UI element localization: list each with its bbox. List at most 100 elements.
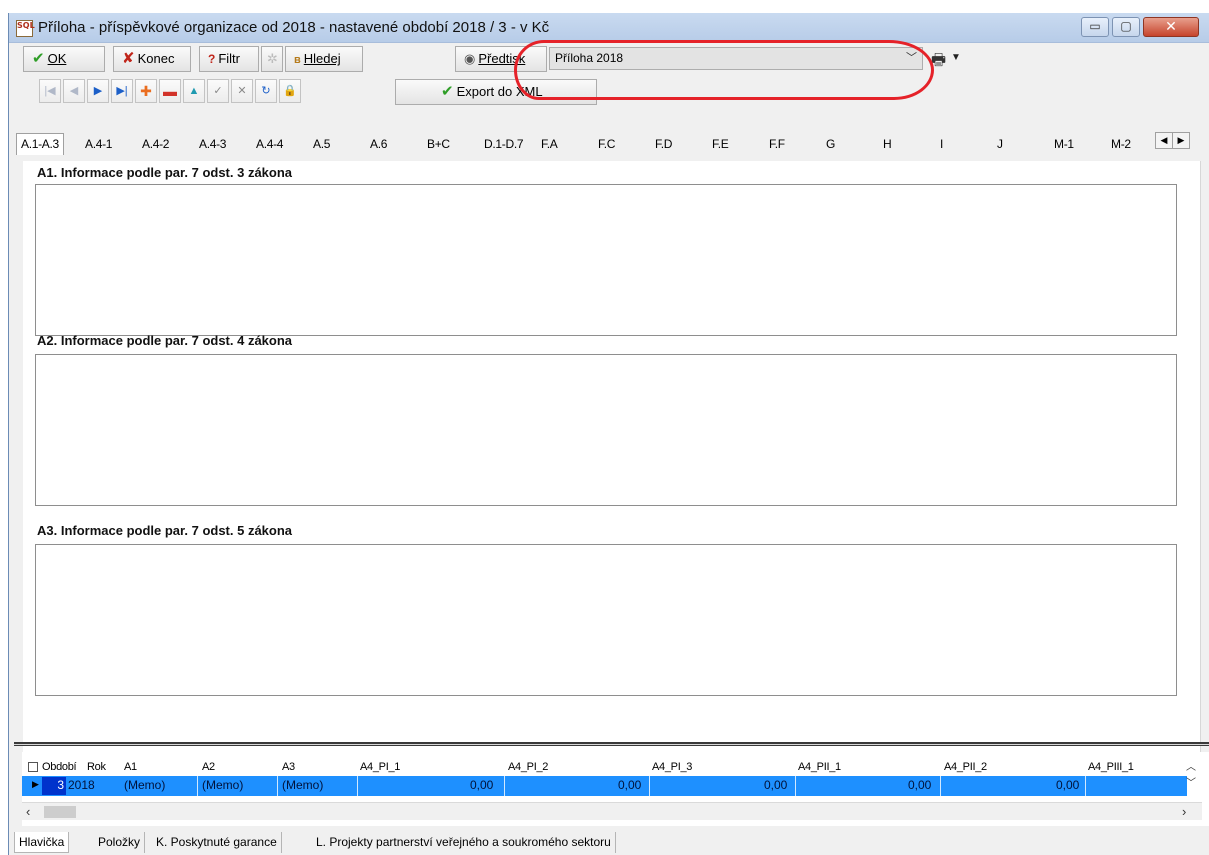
next-record-icon[interactable]: ▶	[87, 79, 109, 103]
cell-rok[interactable]: 2018	[68, 778, 95, 792]
cell-obdobi[interactable]: 3	[42, 777, 66, 795]
tab-polozky[interactable]: Položky	[94, 832, 146, 853]
tab-fe[interactable]: F.E	[712, 137, 729, 151]
sparkle-icon: ✲	[267, 51, 278, 66]
tab-fc[interactable]: F.C	[598, 137, 615, 151]
first-record-icon[interactable]: |◀	[39, 79, 61, 103]
scroll-left-icon[interactable]: ‹	[26, 804, 30, 819]
col-a3[interactable]: A3	[282, 761, 295, 773]
cancel-record-icon[interactable]: ✕	[231, 79, 253, 103]
tab-d1-d7[interactable]: D.1-D.7	[484, 137, 524, 151]
filtr-button[interactable]: ? Filtr	[199, 46, 259, 72]
annotation-highlight	[514, 40, 934, 100]
grid-horizontal-scrollbar[interactable]: ‹ ›	[22, 802, 1202, 820]
checkmark-icon: ✔	[32, 50, 45, 67]
tab-scroll-left-icon[interactable]: ◀	[1155, 132, 1173, 149]
tab-a4-2[interactable]: A.4-2	[142, 137, 169, 151]
cell-a4-pi-1[interactable]: 0,00	[470, 778, 493, 792]
scroll-down-icon[interactable]: ﹀	[1182, 776, 1200, 792]
tab-m-1[interactable]: M-1	[1054, 137, 1074, 151]
tab-a1-a3[interactable]: A.1-A.3	[16, 133, 64, 155]
col-a4-pi-3[interactable]: A4_PI_3	[652, 761, 692, 773]
hledej-label: Hledej	[303, 51, 341, 66]
maximize-button[interactable]: ▢	[1112, 17, 1140, 37]
preview-eye-icon: ◉	[464, 51, 476, 66]
prior-record-icon[interactable]: ◀	[63, 79, 85, 103]
col-a4-piii-1[interactable]: A4_PIII_1	[1088, 761, 1134, 773]
tab-m-2[interactable]: M-2	[1111, 137, 1131, 151]
tab-hlavicka[interactable]: Hlavička	[14, 832, 70, 853]
bottom-tabs: Hlavička Položky K. Poskytnuté garance L…	[14, 832, 1209, 854]
tab-a5[interactable]: A.5	[313, 137, 330, 151]
data-grid: Období Rok A1 A2 A3 A4_PI_1 A4_PI_2 A4_P…	[22, 752, 1209, 826]
edit-record-icon[interactable]: ▲	[183, 79, 205, 103]
panel-splitter[interactable]	[14, 742, 1209, 746]
column-divider	[197, 776, 198, 796]
last-record-icon[interactable]: ▶|	[111, 79, 133, 103]
cell-a1[interactable]: (Memo)	[124, 778, 165, 792]
close-icon: ✕	[1165, 18, 1177, 34]
refresh-icon[interactable]: ↻	[255, 79, 277, 103]
col-a1[interactable]: A1	[124, 761, 137, 773]
insert-record-icon[interactable]: ✚	[135, 79, 157, 103]
tab-fd[interactable]: F.D	[655, 137, 672, 151]
column-divider	[940, 776, 941, 796]
tab-b-c[interactable]: B+C	[427, 137, 450, 151]
tab-poskytnute-garance[interactable]: K. Poskytnuté garance	[152, 832, 282, 853]
scroll-right-icon[interactable]: ›	[1182, 804, 1186, 819]
cell-a4-pii-1[interactable]: 0,00	[908, 778, 931, 792]
section-a2-memo[interactable]	[35, 354, 1177, 506]
cell-a4-pi-3[interactable]: 0,00	[764, 778, 787, 792]
col-a2[interactable]: A2	[202, 761, 215, 773]
tab-a6[interactable]: A.6	[370, 137, 387, 151]
section-a3-memo[interactable]	[35, 544, 1177, 696]
cell-a4-pii-2[interactable]: 0,00	[1056, 778, 1079, 792]
col-obdobi[interactable]: Období	[42, 761, 77, 773]
section-a3-label: A3. Informace podle par. 7 odst. 5 zákon…	[37, 523, 293, 538]
ok-label: OK	[47, 51, 67, 66]
tab-a4-1[interactable]: A.4-1	[85, 137, 112, 151]
grid-vertical-scrollbar[interactable]: ︿ ﹀	[1182, 752, 1200, 800]
lock-icon[interactable]: 🔒	[279, 79, 301, 103]
post-record-icon[interactable]: ✓	[207, 79, 229, 103]
hledej-button[interactable]: ʙ Hledej	[285, 46, 363, 72]
dropdown-arrow-icon[interactable]: ▼	[951, 52, 961, 63]
filter-clear-button[interactable]: ✲	[261, 46, 283, 72]
col-a4-pii-1[interactable]: A4_PII_1	[798, 761, 841, 773]
tab-ff[interactable]: F.F	[769, 137, 785, 151]
title-bar[interactable]: SQL Příloha - příspěvkové organizace od …	[9, 13, 1209, 43]
col-a4-pi-1[interactable]: A4_PI_1	[360, 761, 400, 773]
tab-scroll-right-icon[interactable]: ▶	[1172, 132, 1190, 149]
scroll-up-icon[interactable]: ︿	[1182, 760, 1200, 776]
close-button[interactable]: ✕	[1143, 17, 1199, 37]
select-all-checkbox[interactable]	[28, 762, 38, 772]
cell-a2[interactable]: (Memo)	[202, 778, 243, 792]
delete-record-icon[interactable]: ▬	[159, 79, 181, 103]
cell-a4-pi-2[interactable]: 0,00	[618, 778, 641, 792]
tab-projekty-ppp[interactable]: L. Projekty partnerství veřejného a souk…	[312, 832, 616, 853]
konec-button[interactable]: ✘ Konec	[113, 46, 191, 72]
section-a1-memo[interactable]	[35, 184, 1177, 336]
tab-a4-4[interactable]: A.4-4	[256, 137, 283, 151]
column-divider	[795, 776, 796, 796]
column-divider	[504, 776, 505, 796]
filtr-label: Filtr	[218, 51, 241, 66]
cell-a3[interactable]: (Memo)	[282, 778, 323, 792]
tab-fa[interactable]: F.A	[541, 137, 558, 151]
tab-j[interactable]: J	[997, 137, 1003, 151]
col-a4-pii-2[interactable]: A4_PII_2	[944, 761, 987, 773]
tab-h[interactable]: H	[883, 137, 892, 151]
col-a4-pi-2[interactable]: A4_PI_2	[508, 761, 548, 773]
ok-button[interactable]: ✔ OK	[23, 46, 105, 72]
tab-i[interactable]: I	[940, 137, 943, 151]
maximize-icon: ▢	[1120, 19, 1132, 33]
tab-g[interactable]: G	[826, 137, 835, 151]
table-row[interactable]: ▶ 3 2018 (Memo) (Memo) (Memo) 0,00 0,00 …	[22, 776, 1187, 796]
minimize-button[interactable]: ▭	[1081, 17, 1109, 37]
section-a1-label: A1. Informace podle par. 7 odst. 3 zákon…	[37, 165, 293, 180]
minimize-icon: ▭	[1089, 19, 1101, 33]
row-pointer-icon: ▶	[32, 779, 39, 789]
tab-a4-3[interactable]: A.4-3	[199, 137, 226, 151]
col-rok[interactable]: Rok	[87, 761, 106, 773]
scroll-thumb[interactable]	[44, 806, 76, 818]
